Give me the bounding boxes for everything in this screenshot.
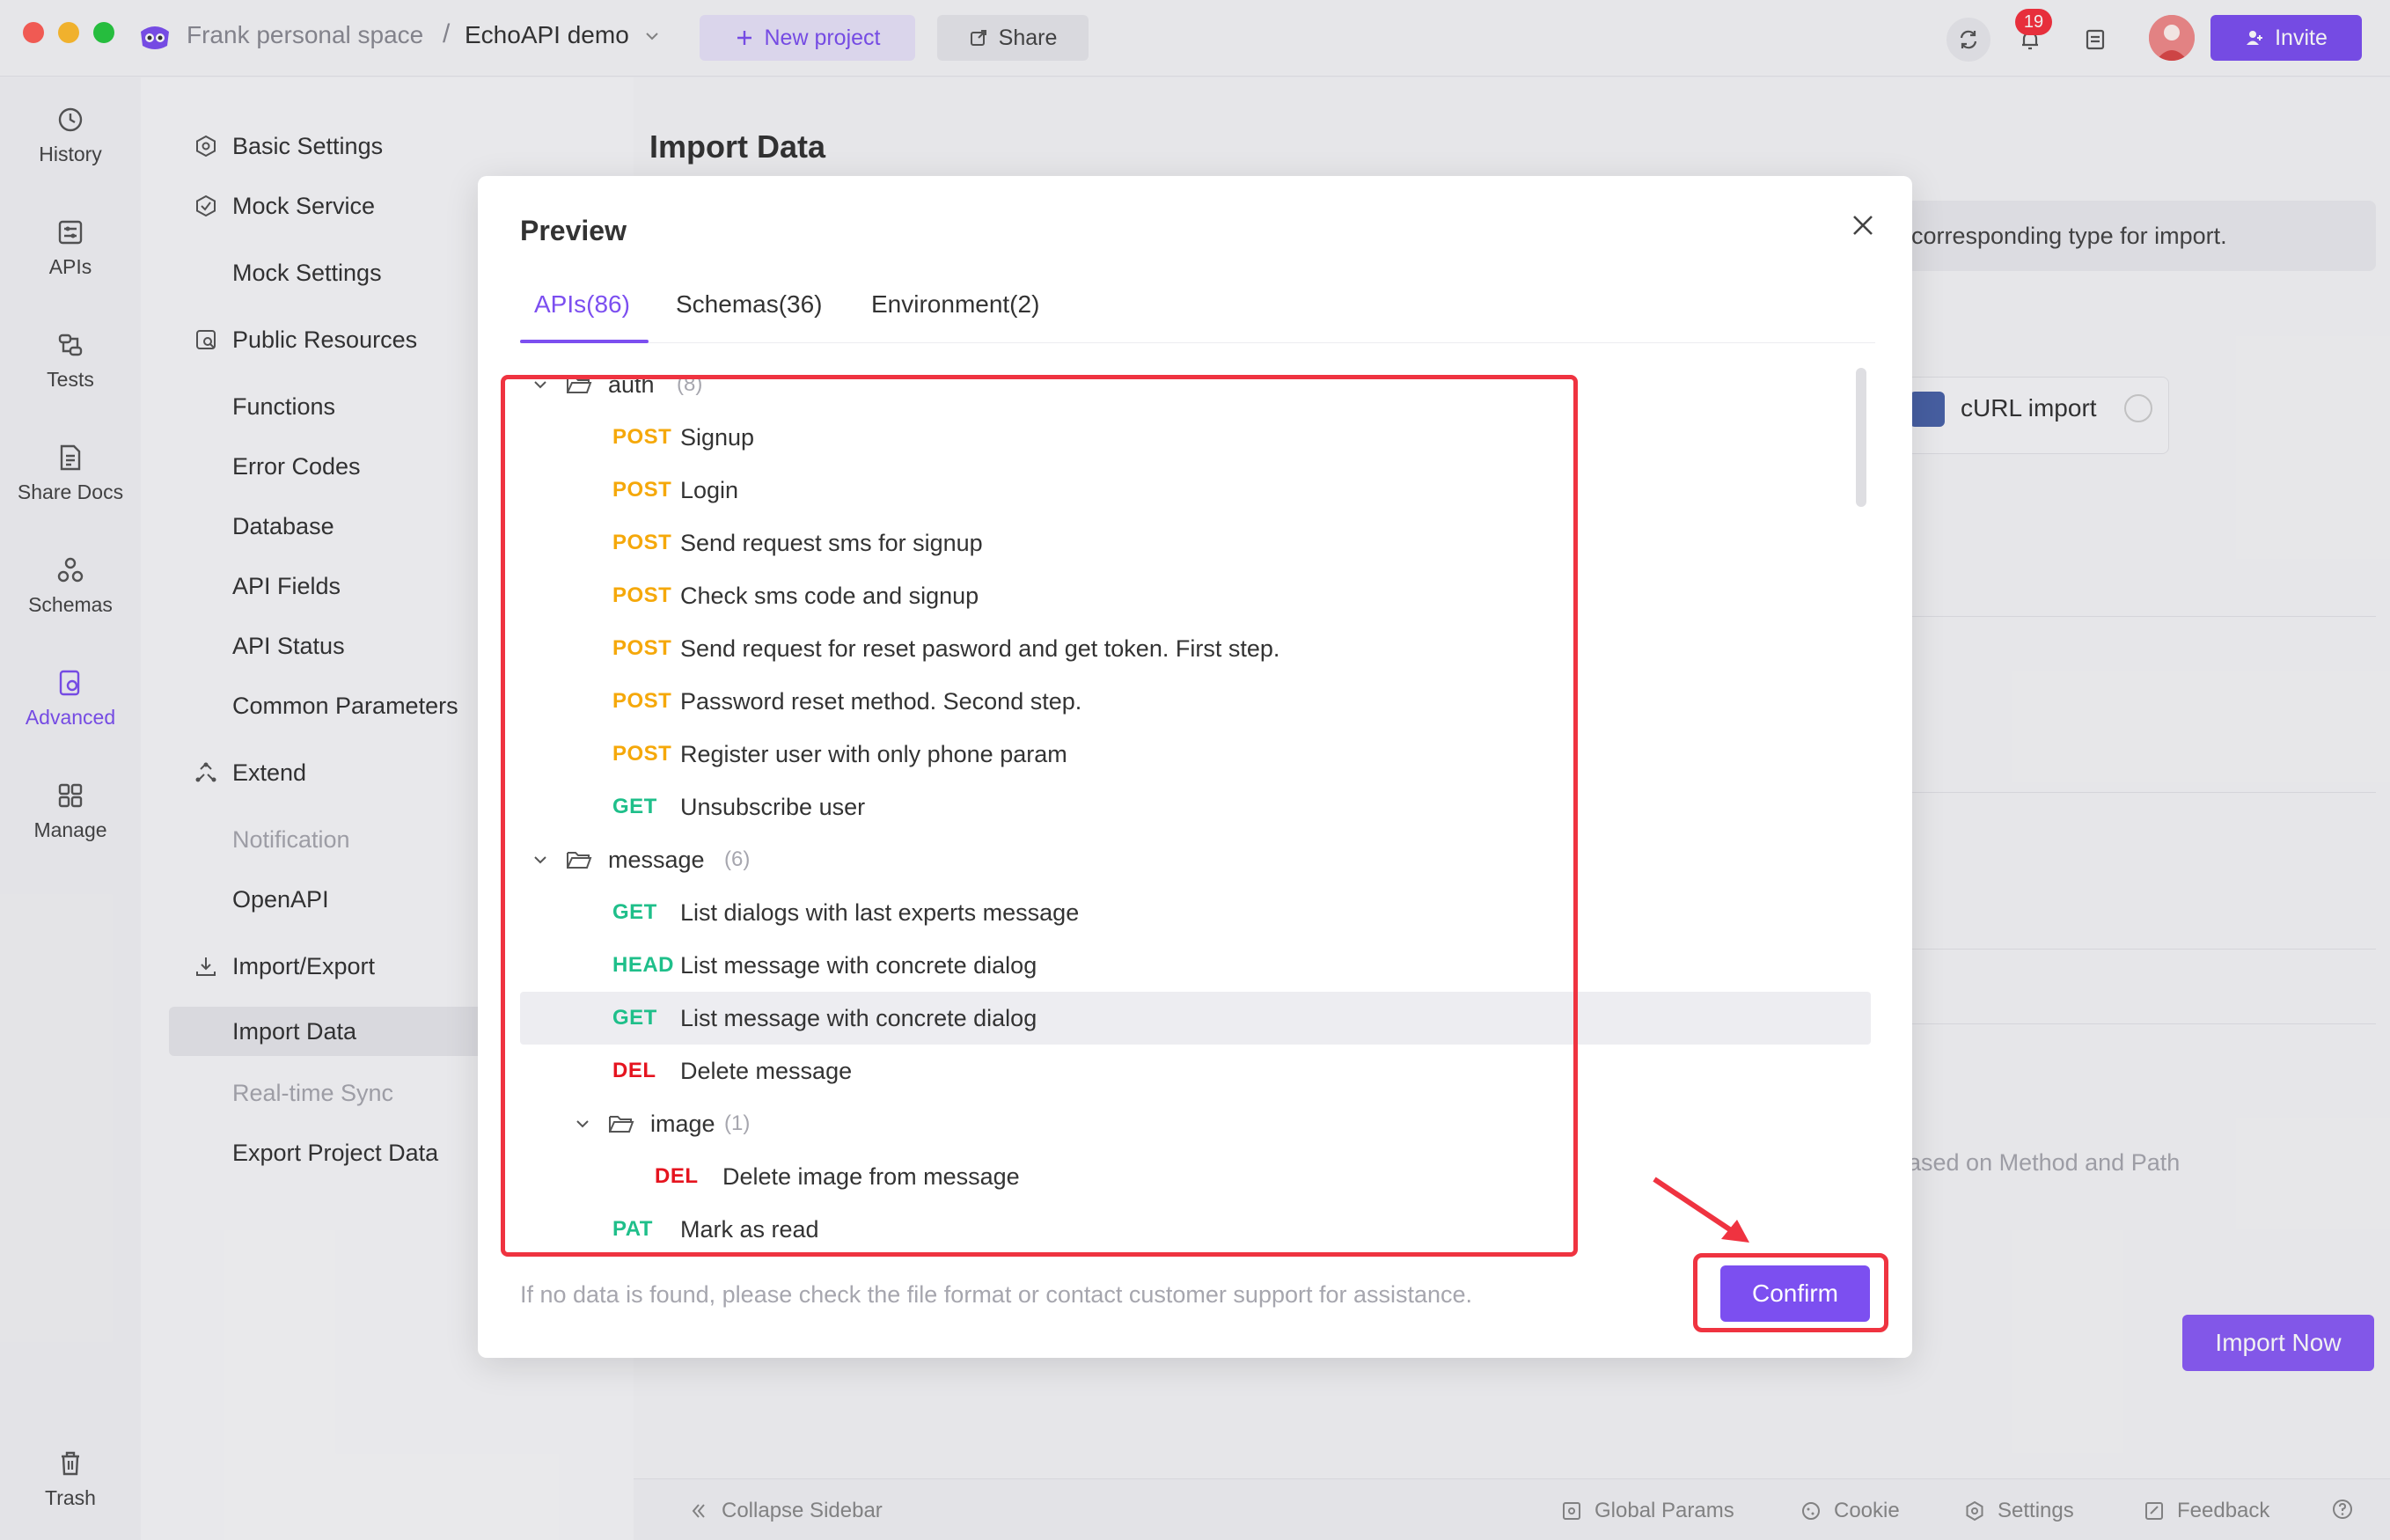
- tab-apis[interactable]: APIs(86): [534, 290, 630, 319]
- annotation-arrow-icon: [1653, 1177, 1749, 1243]
- dialog-footer-hint: If no data is found, please check the fi…: [520, 1281, 1473, 1308]
- dialog-title: Preview: [520, 215, 627, 246]
- preview-tabs: APIs(86) Schemas(36) Environment(2): [520, 273, 1875, 343]
- tree-scrollbar[interactable]: [1856, 368, 1866, 507]
- annotation-highlight-tree: [501, 375, 1578, 1257]
- tab-environment[interactable]: Environment(2): [871, 290, 1039, 319]
- close-icon[interactable]: [1847, 209, 1879, 241]
- annotation-highlight-confirm: [1693, 1253, 1888, 1332]
- tab-schemas[interactable]: Schemas(36): [676, 290, 823, 319]
- active-tab-indicator: [520, 340, 649, 343]
